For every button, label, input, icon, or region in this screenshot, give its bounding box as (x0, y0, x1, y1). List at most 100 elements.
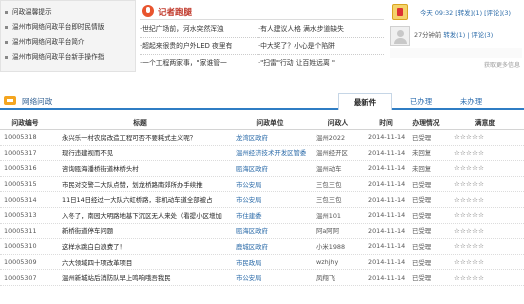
case-date: 2014-11-14 (368, 258, 406, 267)
column-header: 问政编号 (11, 118, 39, 127)
case-date: 2014-11-14 (368, 180, 406, 189)
case-title-link[interactable]: 市民对交警二大队点赞，划龙桥路南郊所办手续推 (50, 180, 230, 189)
case-id: 10005314 (4, 195, 37, 204)
table-row[interactable]: 10005317 现行违建视而不见 温州经济技术开发区管委 温州经开区 2014-11-… (0, 146, 524, 162)
microphone-icon (142, 5, 154, 17)
satisfaction-stars: ☆☆☆☆☆ (454, 242, 485, 251)
feed-actions[interactable]: 转发(1) | 评论(3) (443, 31, 493, 39)
info-link[interactable]: 温州市网络问政平台新手操作指 (5, 50, 135, 65)
case-person: 小米1988 (316, 242, 346, 251)
feed-line-1: 今天 09:32 [转发](1) [评论](3) (420, 8, 511, 17)
case-title-link[interactable]: 六大领域四十项改革项目 (50, 258, 230, 267)
table-row[interactable]: 10005318 永兴乐一村农房改造工程可否不要耗式主义呢？ 龙湾区政府 温州2022… (0, 130, 524, 146)
case-title-link[interactable]: 永兴乐一村农房改造工程可否不要耗式主义呢？ (50, 133, 230, 142)
case-status: 未回复 (412, 149, 432, 158)
case-unit-link[interactable]: 市民政局 (230, 258, 310, 267)
journalist-item[interactable]: ·一个工程两家事，"家谁管一 (140, 55, 258, 72)
case-unit-link[interactable]: 市公安局 (230, 273, 310, 282)
journalist-list: ·世纪广场前，河水突然浑浊 ·有人建议人格 满水步道缺失 ·超起来很贵的户外LE… (140, 20, 384, 72)
case-id: 10005310 (4, 242, 37, 251)
case-id: 10005309 (4, 258, 37, 267)
journalist-item[interactable]: ·有人建议人格 满水步道缺失 (258, 21, 384, 38)
case-status: 未回复 (412, 164, 432, 173)
column-header: 满意度 (474, 118, 496, 127)
journalist-item[interactable]: ·超起来很贵的户外LED 夜里有 (140, 38, 258, 55)
satisfaction-stars: ☆☆☆☆☆ (454, 211, 485, 220)
tab-handled[interactable]: 已办理 (394, 93, 448, 110)
column-header: 标题 (133, 118, 147, 127)
table-row[interactable]: 10005309 六大领域四十项改革项目 市民政局 wzhjhy 2014-11-14 已… (0, 255, 524, 271)
case-unit-link[interactable]: 龙湾区政府 (230, 133, 310, 142)
table-row[interactable]: 10005310 这样水跳白白浪费了！ 鹿城区政府 小米1988 2014-11-14 已… (0, 239, 524, 255)
more-info-link[interactable]: 获取更多信息 (484, 60, 520, 69)
avatar[interactable] (390, 26, 410, 46)
info-link[interactable]: 温州市网络问政平台简介 (5, 35, 135, 50)
satisfaction-stars: ☆☆☆☆☆ (454, 195, 485, 204)
case-id: 10005311 (4, 226, 37, 235)
case-title-link[interactable]: 11日14日经过一大队六虹桥路，非机动车道全部被占 (50, 195, 230, 204)
info-link-panel: 问政温馨提示 温州市网络问政平台即时民情版 温州市网络问政平台简介 温州市网络问… (0, 0, 136, 72)
case-date: 2014-11-14 (368, 195, 406, 204)
journalist-panel: 记者跑腿 ·世纪广场前，河水突然浑浊 ·有人建议人格 满水步道缺失 ·超起来很贵… (140, 4, 384, 74)
case-date: 2014-11-14 (368, 148, 406, 157)
case-title-link[interactable]: 这样水跳白白浪费了！ (50, 242, 230, 251)
bullet-icon (5, 25, 8, 29)
satisfaction-stars: ☆☆☆☆☆ (454, 148, 485, 157)
column-header: 办理情况 (412, 118, 440, 127)
case-unit-link[interactable]: 市公安局 (230, 180, 310, 189)
case-unit-link[interactable]: 瓯海区政府 (230, 226, 310, 235)
case-status: 已受理 (412, 258, 432, 267)
case-status: 已受理 (412, 211, 432, 220)
case-unit-link[interactable]: 瓯海区政府 (230, 164, 310, 173)
tab-unhandled[interactable]: 未办理 (444, 93, 498, 110)
table-row[interactable]: 10005314 11日14日经过一大队六虹桥路，非机动车道全部被占 市公安局 三包三… (0, 192, 524, 208)
table-body: 10005318 永兴乐一村农房改造工程可否不要耗式主义呢？ 龙湾区政府 温州2022… (0, 130, 524, 286)
feed-divider (390, 48, 522, 58)
satisfaction-stars: ☆☆☆☆☆ (454, 226, 485, 235)
case-date: 2014-11-14 (368, 273, 406, 282)
case-unit-link[interactable]: 市公安局 (230, 195, 310, 204)
journalist-item[interactable]: ·"扫雷"行动 让百姓远离 " (258, 55, 384, 72)
journalist-title: 记者跑腿 (158, 8, 193, 18)
case-status: 已受理 (412, 274, 432, 283)
mail-icon (4, 96, 16, 105)
case-status: 已受理 (412, 196, 432, 205)
table-row[interactable]: 10005315 市民对交警二大队点赞，划龙桥路南郊所办手续推 市公安局 三包三包 20… (0, 177, 524, 193)
table-row[interactable]: 10005313 入冬了，南园大明路地基下沉区无人来处（看提小区增加 市住建委 温州1… (0, 208, 524, 224)
journalist-item[interactable]: ·世纪广场前，河水突然浑浊 (140, 21, 258, 38)
feed-time: 今天 09:32 (420, 9, 456, 17)
info-link-label[interactable]: 温州市网络问政平台简介 (12, 38, 85, 46)
info-link[interactable]: 问政温馨提示 (5, 5, 135, 20)
table-row[interactable]: 10005307 温州新城站后消防队早上鸣响哦吾我民 市公安局 凤翔飞 2014-11-… (0, 270, 524, 286)
satisfaction-stars: ☆☆☆☆☆ (454, 273, 485, 282)
info-link-label[interactable]: 温州市网络问政平台新手操作指 (12, 53, 104, 61)
case-status: 已受理 (412, 242, 432, 251)
case-title-link[interactable]: 温州新城站后消防队早上鸣响哦吾我民 (50, 273, 230, 282)
case-person: 三包三包 (316, 180, 342, 189)
tab-latest[interactable]: 最新件 (338, 93, 392, 110)
case-date: 2014-11-14 (368, 133, 406, 142)
case-unit-link[interactable]: 市住建委 (230, 211, 310, 220)
case-id: 10005307 (4, 273, 37, 282)
wenzheng-table: 问政编号 标题 问政单位 问政人 时间 办理情况 满意度 10005318 永兴乐… (0, 114, 524, 286)
satisfaction-stars: ☆☆☆☆☆ (454, 258, 485, 267)
table-header: 问政编号 标题 问政单位 问政人 时间 办理情况 满意度 (0, 114, 524, 130)
case-id: 10005316 (4, 164, 37, 173)
case-title-link[interactable]: 咨询瓯海潘桥街道林桥头村 (50, 164, 230, 173)
table-row[interactable]: 10005316 咨询瓯海潘桥街道林桥头村 瓯海区政府 温州动车 2014-11-14 未… (0, 161, 524, 177)
info-link-label[interactable]: 问政温馨提示 (12, 8, 52, 16)
feed-actions[interactable]: [转发](1) [评论](3) (455, 9, 511, 17)
case-title-link[interactable]: 新桥街道停车问题 (50, 226, 230, 235)
journalist-item[interactable]: ·中大奖了？小心是个陷阱 (258, 38, 384, 55)
case-unit-link[interactable]: 温州经济技术开发区管委 (230, 148, 310, 157)
case-date: 2014-11-14 (368, 164, 406, 173)
case-unit-link[interactable]: 鹿城区政府 (230, 242, 310, 251)
case-id: 10005317 (4, 148, 37, 157)
info-link[interactable]: 温州市网络问政平台即时民情版 (5, 20, 135, 35)
case-date: 2014-11-14 (368, 226, 406, 235)
table-row[interactable]: 10005311 新桥街道停车问题 瓯海区政府 阿a阿阿 2014-11-14 已受理 ☆☆… (0, 224, 524, 240)
case-title-link[interactable]: 现行违建视而不见 (50, 148, 230, 157)
info-link-label[interactable]: 温州市网络问政平台即时民情版 (12, 23, 104, 31)
case-title-link[interactable]: 入冬了，南园大明路地基下沉区无人来处（看提小区增加 (50, 211, 230, 220)
column-header: 问政单位 (256, 118, 284, 127)
